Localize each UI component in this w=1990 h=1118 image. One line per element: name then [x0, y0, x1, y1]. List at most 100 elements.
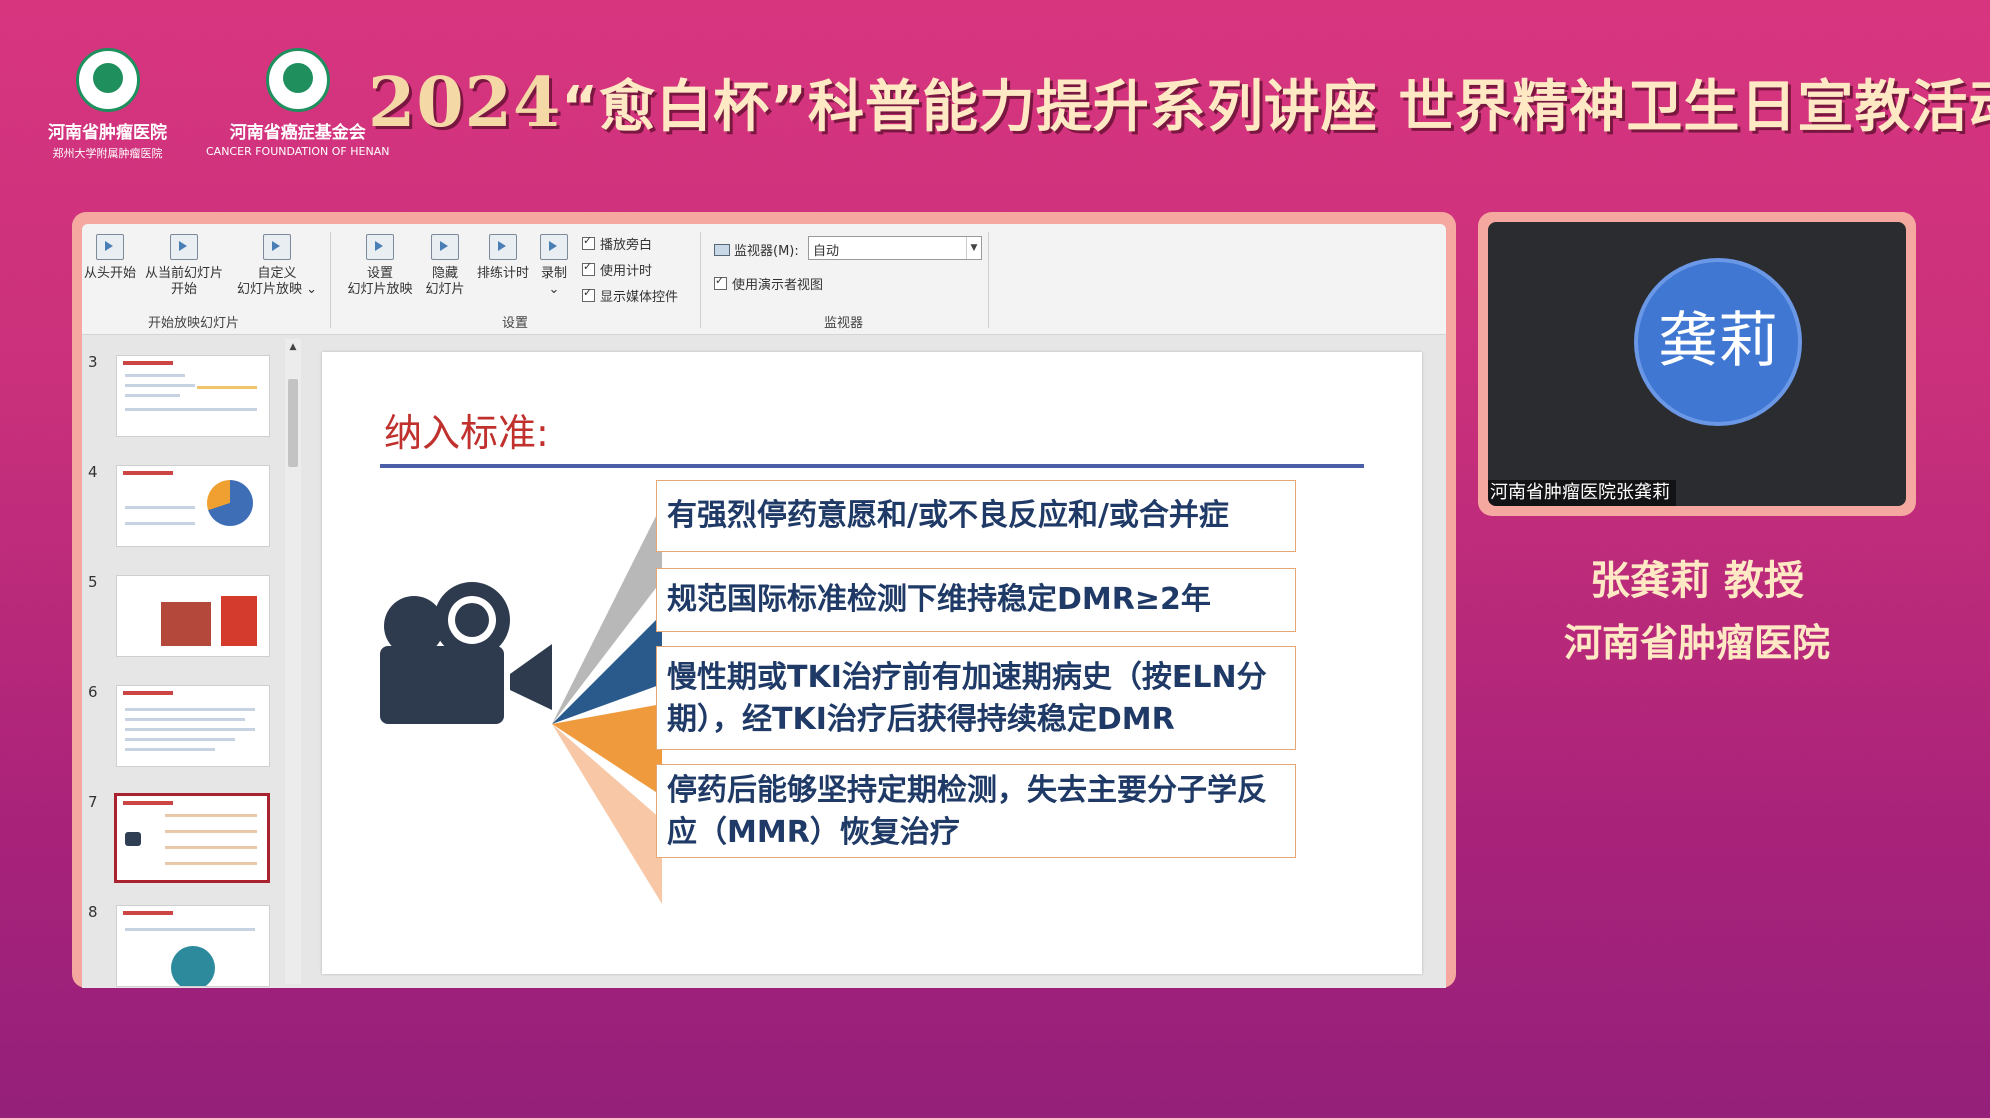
- monitor-label: 监视器(M):: [714, 240, 799, 259]
- custom-slideshow-button[interactable]: 自定义 幻灯片放映 ⌄: [232, 234, 322, 298]
- slide-number: 8: [88, 903, 98, 921]
- checkbox-checked-icon: [582, 286, 595, 302]
- thumbnail-line: [125, 394, 180, 397]
- slide-number: 7: [88, 793, 98, 811]
- slide-thumbnail[interactable]: [116, 685, 270, 767]
- rehearse-label: 排练计时: [476, 266, 529, 281]
- thumbnail-pie-chart: [207, 480, 253, 526]
- hide-label-1: 隐藏: [431, 266, 458, 281]
- slide-thumbnail-selected[interactable]: [114, 793, 270, 883]
- slide-title-underline: [380, 464, 1364, 468]
- custom-slideshow-icon: [263, 234, 291, 260]
- speaker-avatar: 龚莉: [1634, 258, 1802, 426]
- checkbox-checked-icon: [582, 234, 595, 250]
- setup-slideshow-button[interactable]: 设置 幻灯片放映: [340, 234, 420, 298]
- slide-thumbnail[interactable]: [116, 355, 270, 437]
- speaker-organization-caption: 河南省肿瘤医院: [1563, 621, 1830, 665]
- play-narration-checkbox[interactable]: 播放旁白: [582, 234, 652, 253]
- hospital-logo-name: 河南省肿瘤医院: [48, 123, 167, 143]
- group-monitor-label: 监视器: [824, 316, 864, 331]
- monitor-icon: [714, 244, 730, 256]
- thumbnail-line: [125, 738, 235, 741]
- slide-number: 3: [88, 353, 98, 371]
- criterion-box: 规范国际标准检测下维持稳定DMR≥2年: [656, 568, 1296, 632]
- record-button[interactable]: 录制 ⌄: [534, 234, 574, 298]
- from-start-button[interactable]: 从头开始: [82, 234, 138, 282]
- scroll-thumb[interactable]: [288, 379, 298, 467]
- chevron-down-icon[interactable]: ▼: [966, 237, 981, 259]
- custom-label-1: 自定义: [257, 266, 297, 281]
- criterion-text: 停药后能够坚持定期检测，失去主要分子学反应（MMR）恢复治疗: [667, 773, 1267, 850]
- slide-thumbnail[interactable]: [116, 465, 270, 547]
- group-start-slideshow-label: 开始放映幻灯片: [148, 316, 240, 331]
- setup-label-2: 幻灯片放映: [347, 282, 413, 297]
- thumbnail-line: [125, 718, 245, 721]
- ribbon-separator: [988, 232, 989, 328]
- foundation-logo: 河南省癌症基金会 CANCER FOUNDATION OF HENAN: [206, 48, 389, 158]
- from-current-slide-button[interactable]: 从当前幻灯片 开始: [140, 234, 228, 298]
- show-media-controls-label: 显示媒体控件: [600, 290, 679, 305]
- slide-thumbnail[interactable]: [116, 575, 270, 657]
- thumbnail-title-bar: [123, 691, 173, 695]
- from-start-label: 从头开始: [83, 266, 136, 281]
- setup-label-1: 设置: [366, 266, 393, 281]
- speaker-video-frame: 龚莉 河南省肿瘤医院张龚莉: [1478, 212, 1916, 516]
- thumbnail-scrollbar[interactable]: ▲: [285, 339, 301, 984]
- monitor-dropdown-value: 自动: [813, 244, 840, 259]
- event-banner: 河南省肿瘤医院 郑州大学附属肿瘤医院 河南省癌症基金会 CANCER FOUND…: [0, 0, 1990, 200]
- criterion-text: 慢性期或TKI治疗前有加速期病史（按ELN分期），经TKI治疗后获得持续稳定DM…: [667, 660, 1267, 737]
- monitor-dropdown[interactable]: 自动 ▼: [808, 236, 982, 260]
- event-year: 2024: [368, 63, 562, 143]
- use-timings-checkbox[interactable]: 使用计时: [582, 260, 652, 279]
- thumbnail-line: [125, 522, 195, 525]
- setup-slideshow-icon: [366, 234, 394, 260]
- thumbnail-line: [125, 708, 255, 711]
- rehearse-timings-button[interactable]: 排练计时: [472, 234, 534, 282]
- show-media-controls-checkbox[interactable]: 显示媒体控件: [582, 286, 678, 305]
- presenter-view-checkbox[interactable]: 使用演示者视图: [714, 274, 823, 293]
- hide-slide-icon: [431, 234, 459, 260]
- thumbnail-camera-icon: [125, 832, 141, 846]
- slide-thumbnail[interactable]: [116, 905, 270, 987]
- event-title: “愈白杯”科普能力提升系列讲座 世界精神卫生日宣教活动: [561, 75, 1990, 140]
- hide-slide-button[interactable]: 隐藏 幻灯片: [420, 234, 470, 298]
- video-participant-name: 河南省肿瘤医院张龚莉: [1488, 480, 1676, 506]
- use-timings-label: 使用计时: [600, 264, 653, 279]
- thumbnail-title-bar: [123, 801, 173, 805]
- record-dropdown-icon: ⌄: [548, 282, 560, 297]
- play-current-icon: [170, 234, 198, 260]
- thumbnail-title-bar: [123, 361, 173, 365]
- monitor-label-text: 监视器(M):: [734, 244, 799, 259]
- slide-canvas[interactable]: 纳入标准: 有强烈停药意愿和/或不良反应和/或合并症 规范国际标准检测下维持稳定…: [322, 352, 1422, 974]
- scroll-up-icon[interactable]: ▲: [287, 341, 299, 353]
- stopwatch-icon: [489, 234, 517, 260]
- checkbox-checked-icon: [714, 274, 727, 290]
- video-camera-icon: [380, 582, 552, 724]
- criterion-box: 停药后能够坚持定期检测，失去主要分子学反应（MMR）恢复治疗: [656, 764, 1296, 858]
- foundation-logo-english: CANCER FOUNDATION OF HENAN: [206, 145, 390, 158]
- powerpoint-window-frame: 从头开始 从当前幻灯片 开始 自定义 幻灯片放映 ⌄ 开始放映幻灯片 设置 幻灯…: [72, 212, 1456, 988]
- slide-number: 4: [88, 463, 98, 481]
- record-icon: [540, 234, 568, 260]
- powerpoint-window: 从头开始 从当前幻灯片 开始 自定义 幻灯片放映 ⌄ 开始放映幻灯片 设置 幻灯…: [82, 224, 1446, 988]
- presenter-view-label: 使用演示者视图: [732, 278, 824, 293]
- thumbnail-line: [165, 862, 257, 865]
- record-label: 录制: [540, 266, 567, 281]
- from-current-label-1: 从当前幻灯片: [144, 266, 223, 281]
- fan-rays-graphic: [552, 504, 662, 904]
- event-headline: 2024“愈白杯”科普能力提升系列讲座 世界精神卫生日宣教活动: [368, 62, 1990, 143]
- play-slideshow-icon: [96, 234, 124, 260]
- thumbnail-line: [125, 748, 215, 751]
- thumbnail-line: [125, 374, 185, 377]
- thumbnail-line: [197, 386, 257, 389]
- speaker-name-caption: 张龚莉 教授: [1590, 558, 1804, 604]
- hospital-emblem-icon: [75, 48, 140, 112]
- slide-thumbnail-pane: 3 4 5 6 7 8 ▲: [82, 335, 304, 988]
- criterion-box: 有强烈停药意愿和/或不良反应和/或合并症: [656, 480, 1296, 552]
- group-setup-label: 设置: [502, 316, 529, 331]
- thumbnail-umbrella-graphic: [171, 946, 215, 986]
- hospital-logo-subname: 郑州大学附属肿瘤医院: [52, 147, 163, 160]
- speaker-video-tile[interactable]: 龚莉 河南省肿瘤医院张龚莉: [1488, 222, 1906, 506]
- criterion-text: 有强烈停药意愿和/或不良反应和/或合并症: [667, 498, 1229, 533]
- foundation-emblem-icon: [265, 48, 330, 112]
